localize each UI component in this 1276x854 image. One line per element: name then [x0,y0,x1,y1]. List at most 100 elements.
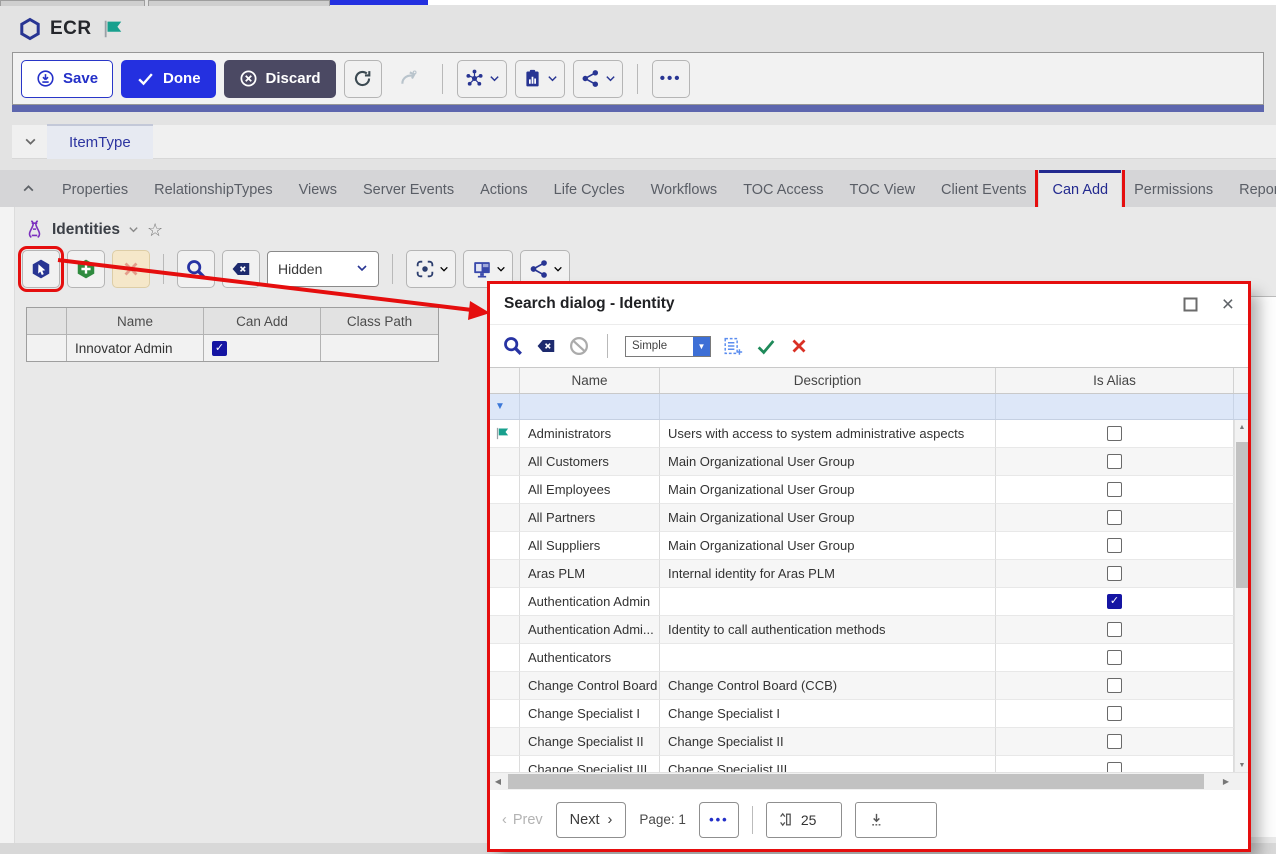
dialog-grid-row[interactable]: All CustomersMain Organizational User Gr… [490,448,1234,476]
tab-life-cycles[interactable]: Life Cycles [541,170,638,207]
scrollbar-thumb[interactable] [1236,442,1248,588]
scroll-down-icon[interactable]: ▼ [1235,758,1249,772]
filter-cell[interactable] [996,394,1234,419]
tab-actions[interactable]: Actions [467,170,541,207]
dialog-grid-row[interactable]: Authentication Admi...Identity to call a… [490,616,1234,644]
tab-relationshiptypes[interactable]: RelationshipTypes [141,170,286,207]
scroll-right-icon[interactable]: ▶ [1218,773,1234,790]
search-mode-select[interactable]: Hidden [267,251,379,287]
is-alias-checkbox[interactable] [1107,510,1122,525]
row-selector-cell[interactable] [490,700,520,728]
chevron-down-icon[interactable] [24,135,37,148]
save-button[interactable]: Save [21,60,113,98]
related-grid-row[interactable]: Innovator Admin✓ [27,335,438,361]
done-button[interactable]: Done [121,60,216,98]
row-selector-cell[interactable] [490,560,520,588]
maximize-button[interactable] [1183,297,1198,312]
refresh-button[interactable] [344,60,382,98]
row-selector-cell[interactable] [490,756,520,772]
dialog-grid-row[interactable]: Authenticators [490,644,1234,672]
search-mode-select[interactable]: Simple ▼ [625,336,711,357]
column-header[interactable] [490,368,520,393]
tab-server-events[interactable]: Server Events [350,170,467,207]
add-related-button[interactable] [67,250,105,288]
more-pages-button[interactable]: ••• [699,802,739,838]
dialog-grid-row[interactable]: Change Specialist IChange Specialist I [490,700,1234,728]
is-alias-checkbox[interactable] [1107,762,1122,772]
is-alias-checkbox[interactable] [1107,454,1122,469]
reports-menu-button[interactable] [515,60,565,98]
chevron-up-icon[interactable] [22,170,35,207]
discard-button[interactable]: Discard [224,60,336,98]
next-page-button[interactable]: Next › [556,802,627,838]
tab-views[interactable]: Views [286,170,350,207]
is-alias-checkbox[interactable] [1107,538,1122,553]
tab-toc-view[interactable]: TOC View [837,170,929,207]
page-size-control[interactable]: 25 [766,802,842,838]
tab-can-add[interactable]: Can Add [1039,170,1121,207]
filter-triangle-icon[interactable]: ▼ [490,394,520,419]
can-add-checkbox[interactable]: ✓ [212,341,227,356]
confirm-icon[interactable] [755,335,777,357]
row-selector-cell[interactable] [490,644,520,672]
dialog-grid-row[interactable]: Change Specialist IIIChange Specialist I… [490,756,1234,772]
is-alias-checkbox[interactable] [1107,482,1122,497]
row-selector-cell[interactable] [490,532,520,560]
is-alias-checkbox[interactable] [1107,734,1122,749]
itemtype-form-tab[interactable]: ItemType [47,124,153,159]
filter-cell[interactable] [660,394,996,419]
more-actions-button[interactable]: ••• [652,60,690,98]
row-selector-cell[interactable] [490,476,520,504]
is-alias-checkbox[interactable] [1107,650,1122,665]
row-selector-cell[interactable] [490,504,520,532]
dialog-grid-row[interactable]: All EmployeesMain Organizational User Gr… [490,476,1234,504]
column-header[interactable]: Name [67,308,204,335]
is-alias-checkbox[interactable] [1107,426,1122,441]
share-menu-button[interactable] [573,60,623,98]
scroll-left-icon[interactable]: ◀ [490,773,506,790]
tab-toc-access[interactable]: TOC Access [730,170,836,207]
horizontal-scrollbar[interactable]: ◀ ▶ [490,772,1248,790]
dialog-grid-row[interactable]: Change Specialist IIChange Specialist II [490,728,1234,756]
column-header[interactable]: Class Path [321,308,438,335]
scrollbar-thumb[interactable] [508,774,1204,789]
dialog-grid-row[interactable]: Change Control BoardChange Control Board… [490,672,1234,700]
tab-workflows[interactable]: Workflows [638,170,731,207]
dialog-grid-row[interactable]: AdministratorsUsers with access to syste… [490,420,1234,448]
focus-menu-button[interactable] [406,250,456,288]
chevron-down-icon[interactable] [128,224,139,235]
is-alias-checkbox[interactable] [1107,678,1122,693]
add-criteria-row-icon[interactable] [722,335,744,357]
dialog-grid-row[interactable]: Authentication Admin✓ [490,588,1234,616]
tab-reports[interactable]: Reports [1226,170,1276,207]
clear-search-icon[interactable] [535,335,557,357]
filter-cell[interactable] [520,394,660,419]
is-alias-checkbox[interactable] [1107,622,1122,637]
tab-client-events[interactable]: Client Events [928,170,1039,207]
tab-properties[interactable]: Properties [49,170,141,207]
dialog-grid-row[interactable]: Aras PLMInternal identity for Aras PLM [490,560,1234,588]
column-header[interactable]: Is Alias [996,368,1234,393]
is-alias-checkbox[interactable] [1107,706,1122,721]
row-selector-cell[interactable] [490,448,520,476]
dialog-grid-row[interactable]: All SuppliersMain Organizational User Gr… [490,532,1234,560]
row-selector-cell[interactable] [27,335,67,361]
row-selector-cell[interactable] [490,672,520,700]
scroll-up-icon[interactable]: ▲ [1235,420,1249,434]
cancel-icon[interactable] [788,335,810,357]
row-selector-cell[interactable] [490,728,520,756]
column-header[interactable] [27,308,67,335]
is-alias-checkbox[interactable] [1107,566,1122,581]
structure-menu-button[interactable] [457,60,507,98]
tab-permissions[interactable]: Permissions [1121,170,1226,207]
clear-search-button[interactable] [222,250,260,288]
is-alias-checkbox[interactable]: ✓ [1107,594,1122,609]
column-header[interactable]: Name [520,368,660,393]
dialog-grid-row[interactable]: All PartnersMain Organizational User Gro… [490,504,1234,532]
filter-row[interactable]: ▼ [490,394,1248,420]
flag-icon[interactable] [102,18,124,40]
column-header[interactable]: Can Add [204,308,321,335]
export-button[interactable] [855,802,937,838]
search-button[interactable] [177,250,215,288]
row-selector-cell[interactable] [490,420,520,448]
